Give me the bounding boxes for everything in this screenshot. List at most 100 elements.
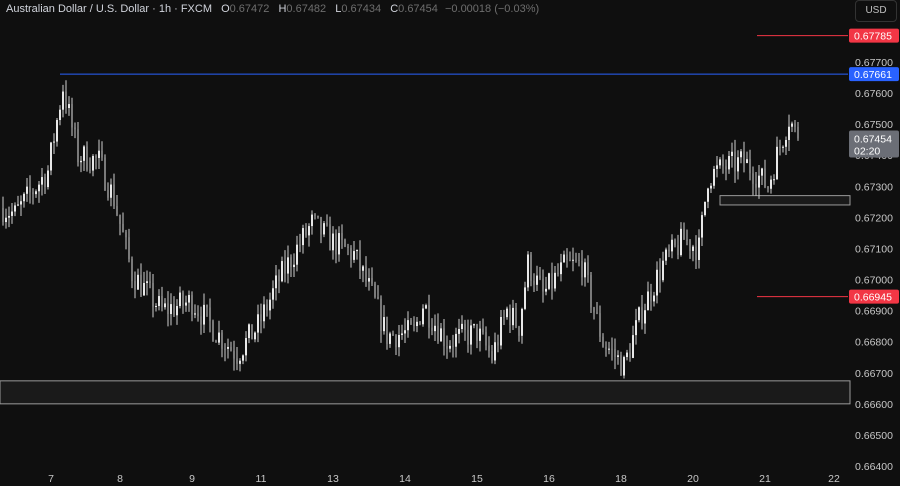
candle-body (731, 151, 733, 157)
candle (566, 248, 568, 268)
candle (284, 250, 286, 283)
candle (275, 264, 277, 301)
candle (350, 245, 352, 268)
candle (626, 349, 628, 361)
candle (395, 334, 397, 356)
candle-body (692, 246, 694, 251)
candle-body (764, 168, 766, 188)
candle-body (410, 320, 412, 325)
candle (170, 293, 172, 326)
candle (92, 154, 94, 177)
candle (260, 303, 262, 334)
candle-body (656, 269, 658, 296)
candle (5, 208, 7, 229)
candle (356, 249, 358, 260)
y-tick-label: 0.66500 (855, 430, 893, 442)
candle (728, 150, 730, 174)
candle-body (269, 299, 271, 311)
candle (398, 324, 400, 357)
candle-body (254, 332, 256, 340)
candle (320, 216, 322, 244)
candle-body (113, 184, 115, 207)
candle-body (95, 155, 97, 158)
candle-body (527, 254, 529, 288)
candle-body (500, 317, 502, 346)
price-chart[interactable]: 0.677000.676000.675000.674000.673000.672… (0, 0, 900, 486)
candle (134, 271, 136, 299)
candle-body (107, 190, 109, 198)
candle-body (407, 320, 409, 331)
candle (476, 323, 478, 349)
candle-body (92, 155, 94, 171)
candle-body (299, 244, 301, 246)
candle (641, 295, 643, 330)
candle-body (266, 304, 268, 311)
y-tick-label: 0.66400 (855, 461, 893, 473)
candle (467, 319, 469, 353)
y-tick-label: 0.67500 (855, 119, 893, 131)
candle-body (152, 282, 154, 307)
candle-body (356, 250, 358, 252)
candle (737, 150, 739, 180)
candle (434, 314, 436, 342)
candle (521, 307, 523, 344)
candle (704, 201, 706, 217)
candle-body (302, 228, 304, 246)
candle (65, 80, 67, 114)
candle-body (425, 305, 427, 309)
candle-body (704, 201, 706, 216)
candle-body (740, 151, 742, 158)
candle-body (794, 123, 796, 127)
resistance-blue-label: 0.67661 (854, 69, 892, 81)
candle (527, 251, 529, 292)
candle (359, 240, 361, 279)
candle-body (422, 308, 424, 325)
candle (182, 290, 184, 314)
currency-button[interactable]: USD (855, 0, 897, 22)
candle-body (398, 334, 400, 348)
candle-body (290, 257, 292, 268)
candle (692, 244, 694, 262)
candle (233, 340, 235, 371)
candle-body (62, 91, 64, 110)
candle-body (728, 156, 730, 170)
candle (788, 114, 790, 152)
candle-body (185, 302, 187, 306)
candle-body (566, 254, 568, 261)
candle-body (368, 278, 370, 282)
candle-body (332, 233, 334, 251)
candle (14, 202, 16, 217)
candle (452, 334, 454, 358)
candle-body (554, 272, 556, 289)
candle-body (365, 266, 367, 282)
candle (26, 178, 28, 202)
candle (659, 258, 661, 293)
candle (764, 159, 766, 189)
candle (671, 234, 673, 259)
candle-body (272, 288, 274, 300)
x-tick-label: 15 (471, 473, 483, 485)
candle (224, 343, 226, 362)
candle (326, 214, 328, 227)
candle-body (206, 304, 208, 308)
candle-body (44, 177, 46, 188)
candle (392, 330, 394, 337)
candle (695, 235, 697, 269)
candle (530, 251, 532, 287)
candle-body (83, 146, 85, 161)
candle (662, 251, 664, 283)
candle (791, 121, 793, 132)
candle-body (524, 287, 526, 309)
candle (29, 175, 31, 204)
candle-body (530, 254, 532, 281)
candle-body (401, 333, 403, 335)
candle (167, 291, 169, 327)
candle (797, 121, 799, 141)
candle-body (776, 146, 778, 180)
candle (344, 238, 346, 248)
candle-body (353, 251, 355, 260)
candle-body (677, 245, 679, 256)
candle-body (710, 185, 712, 189)
candle (188, 290, 190, 312)
candle-body (452, 345, 454, 347)
